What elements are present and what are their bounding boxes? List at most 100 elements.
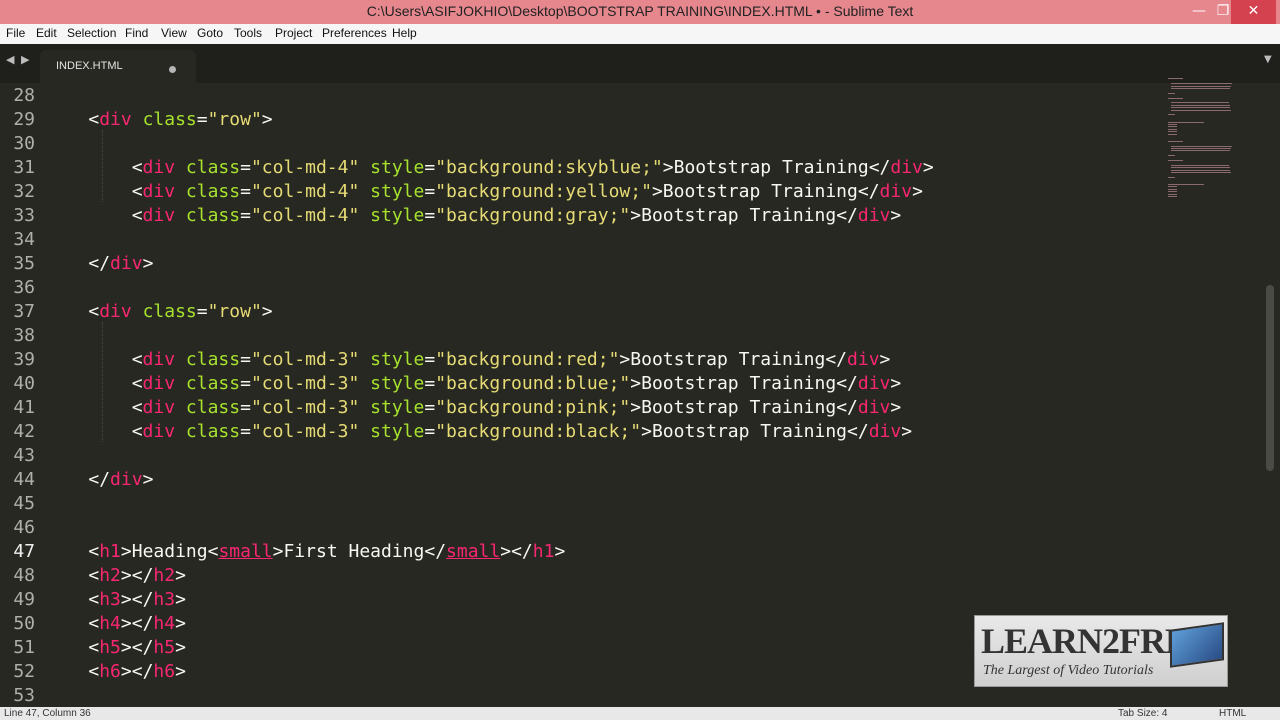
code-line[interactable]: 45 [0, 492, 1160, 516]
menu-edit[interactable]: Edit [36, 26, 57, 40]
code-text[interactable]: <h4></h4> [45, 612, 186, 636]
minimap-line [1168, 176, 1175, 178]
laptop-icon [1170, 622, 1224, 668]
code-line[interactable]: 33 <div class="col-md-4" style="backgrou… [0, 204, 1160, 228]
tab-index-html[interactable]: INDEX.HTML [40, 50, 196, 83]
minimap-line [1168, 92, 1175, 94]
minimap-line [1171, 169, 1230, 171]
code-text[interactable]: <h5></h5> [45, 636, 186, 660]
code-line[interactable]: 53 [0, 684, 1160, 707]
code-line[interactable]: 31 <div class="col-md-4" style="backgrou… [0, 156, 1160, 180]
code-line[interactable]: 42 <div class="col-md-3" style="backgrou… [0, 420, 1160, 444]
line-number: 48 [13, 565, 35, 586]
menu-project[interactable]: Project [275, 26, 312, 40]
code-text[interactable]: <div class="col-md-4" style="background:… [45, 204, 902, 228]
code-editor[interactable]: 28 29 <div class="row"> 30 31 <div class="c… [0, 83, 1280, 707]
code-line[interactable]: 28 [0, 84, 1160, 108]
line-number: 37 [13, 301, 35, 322]
line-number: 30 [13, 133, 35, 154]
code-text[interactable]: <div class="row"> [45, 108, 272, 132]
minimap-line [1168, 133, 1177, 135]
line-number: 39 [13, 349, 35, 370]
menu-preferences[interactable]: Preferences [322, 26, 387, 40]
code-text[interactable]: <h1>Heading<small>First Heading</small><… [45, 540, 565, 564]
tab-label: INDEX.HTML [56, 60, 123, 72]
code-text[interactable]: <div class="row"> [45, 300, 272, 324]
minimap-line [1168, 196, 1177, 197]
code-text[interactable]: <h6></h6> [45, 660, 186, 684]
menu-help[interactable]: Help [392, 26, 417, 40]
close-button[interactable]: ✕ [1231, 0, 1276, 24]
code-line[interactable]: 46 [0, 516, 1160, 540]
code-line[interactable]: 44 </div> [0, 468, 1160, 492]
minimap[interactable] [1166, 76, 1256, 206]
code-line[interactable]: 30 [0, 132, 1160, 156]
minimap-line [1168, 78, 1183, 80]
code-line[interactable]: 41 <div class="col-md-3" style="backgrou… [0, 396, 1160, 420]
prev-tab-icon[interactable]: ◀ [6, 53, 14, 66]
code-line[interactable]: 43 [0, 444, 1160, 468]
minimap-line [1168, 124, 1177, 125]
title-bar: C:\Users\ASIFJOKHIO\Desktop\BOOTSTRAP TR… [0, 0, 1280, 24]
code-line[interactable]: 32 <div class="col-md-4" style="backgrou… [0, 180, 1160, 204]
line-number: 43 [13, 445, 35, 466]
minimap-line [1171, 85, 1231, 87]
minimap-line [1168, 160, 1183, 161]
learn2free-logo: LEARN2FREE The Largest of Video Tutorial… [974, 615, 1228, 687]
line-number: 49 [13, 589, 35, 610]
minimap-line [1168, 191, 1177, 193]
code-line[interactable]: 29 <div class="row"> [0, 108, 1160, 132]
line-number: 40 [13, 373, 35, 394]
minimap-line [1168, 97, 1183, 99]
line-number: 41 [13, 397, 35, 418]
code-line[interactable]: 38 [0, 324, 1160, 348]
line-number: 31 [13, 157, 35, 178]
menu-tools[interactable]: Tools [234, 26, 262, 40]
minimap-line [1168, 193, 1177, 195]
syntax-mode[interactable]: HTML [1219, 708, 1246, 719]
code-text[interactable]: </div> [45, 468, 153, 492]
menu-find[interactable]: Find [125, 26, 148, 40]
code-text[interactable]: <h3></h3> [45, 588, 186, 612]
menu-selection[interactable]: Selection [67, 26, 116, 40]
code-text[interactable]: <div class="col-md-3" style="background:… [45, 372, 902, 396]
code-text[interactable]: <div class="col-md-4" style="background:… [45, 156, 934, 180]
vertical-scrollbar[interactable] [1266, 285, 1274, 471]
minimap-line [1168, 128, 1177, 130]
code-line[interactable]: 37 <div class="row"> [0, 300, 1160, 324]
minimap-line [1168, 121, 1204, 123]
status-bar: Line 47, Column 36 Tab Size: 4 HTML [0, 707, 1280, 720]
tab-size[interactable]: Tab Size: 4 [1118, 708, 1167, 719]
code-line[interactable]: 47 <h1>Heading<small>First Heading</smal… [0, 540, 1160, 564]
unsaved-dot-icon[interactable] [169, 66, 176, 73]
code-line[interactable]: 40 <div class="col-md-3" style="backgrou… [0, 372, 1160, 396]
code-text[interactable]: <div class="col-md-3" style="background:… [45, 348, 891, 372]
line-number: 53 [13, 685, 35, 706]
line-number: 42 [13, 421, 35, 442]
code-line[interactable]: 34 [0, 228, 1160, 252]
line-number: 36 [13, 277, 35, 298]
code-line[interactable]: 36 [0, 276, 1160, 300]
line-number: 51 [13, 637, 35, 658]
window-title: C:\Users\ASIFJOKHIO\Desktop\BOOTSTRAP TR… [366, 3, 914, 19]
code-text[interactable]: <div class="col-md-4" style="background:… [45, 180, 923, 204]
code-line[interactable]: 39 <div class="col-md-3" style="backgrou… [0, 348, 1160, 372]
line-number: 34 [13, 229, 35, 250]
minimap-line [1171, 164, 1229, 166]
code-text[interactable]: <div class="col-md-3" style="background:… [45, 396, 902, 420]
menu-goto[interactable]: Goto [197, 26, 223, 40]
next-tab-icon[interactable]: ▶ [21, 53, 29, 66]
code-text[interactable]: </div> [45, 252, 153, 276]
code-text[interactable]: <h2></h2> [45, 564, 186, 588]
code-text[interactable]: <div class="col-md-3" style="background:… [45, 420, 912, 444]
menu-view[interactable]: View [161, 26, 187, 40]
minimap-line [1168, 186, 1177, 188]
minimap-line [1168, 114, 1175, 116]
code-line[interactable]: 48 <h2></h2> [0, 564, 1160, 588]
line-number: 32 [13, 181, 35, 202]
tab-dropdown-icon[interactable]: ▼ [1264, 54, 1272, 65]
code-line[interactable]: 49 <h3></h3> [0, 588, 1160, 612]
code-line[interactable]: 35 </div> [0, 252, 1160, 276]
minimap-line [1171, 107, 1230, 109]
menu-file[interactable]: File [6, 26, 25, 40]
